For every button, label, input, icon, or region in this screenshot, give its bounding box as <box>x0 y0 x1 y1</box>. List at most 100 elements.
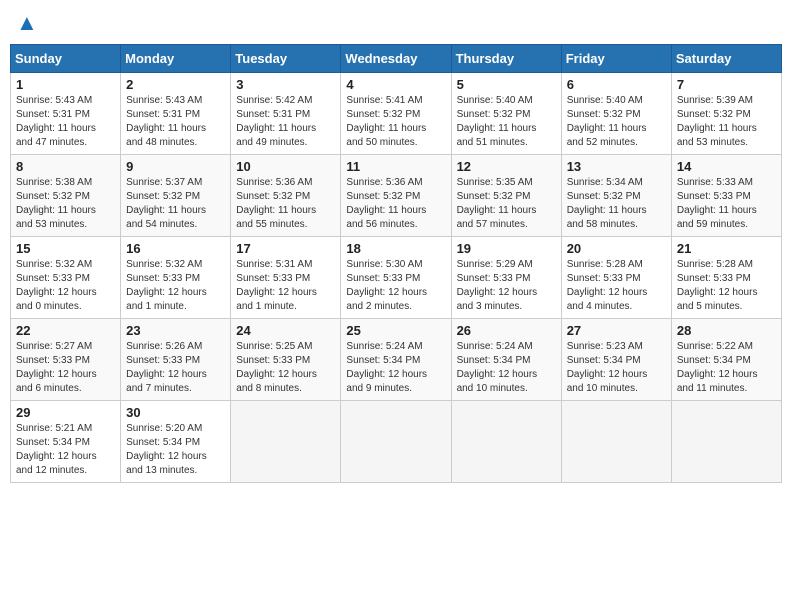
day-info: Sunrise: 5:32 AMSunset: 5:33 PMDaylight:… <box>16 259 97 312</box>
calendar-header-friday: Friday <box>561 45 671 73</box>
calendar-cell: 26 Sunrise: 5:24 AMSunset: 5:34 PMDaylig… <box>451 319 561 401</box>
day-info: Sunrise: 5:20 AMSunset: 5:34 PMDaylight:… <box>126 423 207 476</box>
calendar-week-4: 22 Sunrise: 5:27 AMSunset: 5:33 PMDaylig… <box>11 319 782 401</box>
calendar-cell: 18 Sunrise: 5:30 AMSunset: 5:33 PMDaylig… <box>341 237 451 319</box>
day-info: Sunrise: 5:35 AMSunset: 5:32 PMDaylight:… <box>457 177 537 230</box>
calendar-cell: 24 Sunrise: 5:25 AMSunset: 5:33 PMDaylig… <box>231 319 341 401</box>
logo-bird-icon: ▲ <box>16 10 38 36</box>
calendar-header-saturday: Saturday <box>671 45 781 73</box>
day-number: 19 <box>457 241 556 256</box>
calendar-cell: 9 Sunrise: 5:37 AMSunset: 5:32 PMDayligh… <box>121 155 231 237</box>
calendar-cell: 29 Sunrise: 5:21 AMSunset: 5:34 PMDaylig… <box>11 401 121 483</box>
day-info: Sunrise: 5:31 AMSunset: 5:33 PMDaylight:… <box>236 259 317 312</box>
day-info: Sunrise: 5:23 AMSunset: 5:34 PMDaylight:… <box>567 341 648 394</box>
day-info: Sunrise: 5:33 AMSunset: 5:33 PMDaylight:… <box>677 177 757 230</box>
day-number: 6 <box>567 77 666 92</box>
day-info: Sunrise: 5:42 AMSunset: 5:31 PMDaylight:… <box>236 95 316 148</box>
calendar-cell: 27 Sunrise: 5:23 AMSunset: 5:34 PMDaylig… <box>561 319 671 401</box>
calendar-cell: 11 Sunrise: 5:36 AMSunset: 5:32 PMDaylig… <box>341 155 451 237</box>
calendar-cell: 16 Sunrise: 5:32 AMSunset: 5:33 PMDaylig… <box>121 237 231 319</box>
day-number: 30 <box>126 405 225 420</box>
day-info: Sunrise: 5:28 AMSunset: 5:33 PMDaylight:… <box>567 259 648 312</box>
day-number: 9 <box>126 159 225 174</box>
calendar-cell: 1 Sunrise: 5:43 AMSunset: 5:31 PMDayligh… <box>11 73 121 155</box>
calendar-cell: 19 Sunrise: 5:29 AMSunset: 5:33 PMDaylig… <box>451 237 561 319</box>
day-number: 10 <box>236 159 335 174</box>
day-info: Sunrise: 5:41 AMSunset: 5:32 PMDaylight:… <box>346 95 426 148</box>
day-number: 23 <box>126 323 225 338</box>
calendar-cell: 21 Sunrise: 5:28 AMSunset: 5:33 PMDaylig… <box>671 237 781 319</box>
day-number: 29 <box>16 405 115 420</box>
calendar-cell: 4 Sunrise: 5:41 AMSunset: 5:32 PMDayligh… <box>341 73 451 155</box>
day-info: Sunrise: 5:40 AMSunset: 5:32 PMDaylight:… <box>457 95 537 148</box>
calendar-header-row: SundayMondayTuesdayWednesdayThursdayFrid… <box>11 45 782 73</box>
day-info: Sunrise: 5:36 AMSunset: 5:32 PMDaylight:… <box>346 177 426 230</box>
day-info: Sunrise: 5:38 AMSunset: 5:32 PMDaylight:… <box>16 177 96 230</box>
calendar-cell: 25 Sunrise: 5:24 AMSunset: 5:34 PMDaylig… <box>341 319 451 401</box>
day-number: 2 <box>126 77 225 92</box>
calendar-week-1: 1 Sunrise: 5:43 AMSunset: 5:31 PMDayligh… <box>11 73 782 155</box>
day-info: Sunrise: 5:36 AMSunset: 5:32 PMDaylight:… <box>236 177 316 230</box>
calendar-header-monday: Monday <box>121 45 231 73</box>
calendar-cell: 5 Sunrise: 5:40 AMSunset: 5:32 PMDayligh… <box>451 73 561 155</box>
day-info: Sunrise: 5:30 AMSunset: 5:33 PMDaylight:… <box>346 259 427 312</box>
day-number: 24 <box>236 323 335 338</box>
calendar-header-sunday: Sunday <box>11 45 121 73</box>
calendar-week-3: 15 Sunrise: 5:32 AMSunset: 5:33 PMDaylig… <box>11 237 782 319</box>
day-info: Sunrise: 5:26 AMSunset: 5:33 PMDaylight:… <box>126 341 207 394</box>
day-number: 15 <box>16 241 115 256</box>
day-number: 3 <box>236 77 335 92</box>
calendar-cell: 2 Sunrise: 5:43 AMSunset: 5:31 PMDayligh… <box>121 73 231 155</box>
day-number: 18 <box>346 241 445 256</box>
calendar-cell: 6 Sunrise: 5:40 AMSunset: 5:32 PMDayligh… <box>561 73 671 155</box>
calendar-cell: 15 Sunrise: 5:32 AMSunset: 5:33 PMDaylig… <box>11 237 121 319</box>
day-number: 27 <box>567 323 666 338</box>
day-info: Sunrise: 5:24 AMSunset: 5:34 PMDaylight:… <box>457 341 538 394</box>
page-header: ▲ <box>10 10 782 36</box>
day-number: 21 <box>677 241 776 256</box>
day-info: Sunrise: 5:32 AMSunset: 5:33 PMDaylight:… <box>126 259 207 312</box>
calendar-cell <box>671 401 781 483</box>
calendar-cell: 10 Sunrise: 5:36 AMSunset: 5:32 PMDaylig… <box>231 155 341 237</box>
day-number: 8 <box>16 159 115 174</box>
day-info: Sunrise: 5:37 AMSunset: 5:32 PMDaylight:… <box>126 177 206 230</box>
calendar-cell: 3 Sunrise: 5:42 AMSunset: 5:31 PMDayligh… <box>231 73 341 155</box>
day-info: Sunrise: 5:43 AMSunset: 5:31 PMDaylight:… <box>16 95 96 148</box>
logo: ▲ <box>14 10 38 36</box>
day-number: 26 <box>457 323 556 338</box>
calendar-cell: 8 Sunrise: 5:38 AMSunset: 5:32 PMDayligh… <box>11 155 121 237</box>
day-number: 16 <box>126 241 225 256</box>
day-number: 1 <box>16 77 115 92</box>
day-number: 12 <box>457 159 556 174</box>
day-number: 20 <box>567 241 666 256</box>
day-info: Sunrise: 5:43 AMSunset: 5:31 PMDaylight:… <box>126 95 206 148</box>
day-number: 17 <box>236 241 335 256</box>
day-number: 7 <box>677 77 776 92</box>
day-number: 14 <box>677 159 776 174</box>
day-number: 4 <box>346 77 445 92</box>
calendar-cell: 28 Sunrise: 5:22 AMSunset: 5:34 PMDaylig… <box>671 319 781 401</box>
day-number: 5 <box>457 77 556 92</box>
day-info: Sunrise: 5:34 AMSunset: 5:32 PMDaylight:… <box>567 177 647 230</box>
calendar-header-wednesday: Wednesday <box>341 45 451 73</box>
day-info: Sunrise: 5:29 AMSunset: 5:33 PMDaylight:… <box>457 259 538 312</box>
day-info: Sunrise: 5:39 AMSunset: 5:32 PMDaylight:… <box>677 95 757 148</box>
calendar-table: SundayMondayTuesdayWednesdayThursdayFrid… <box>10 44 782 483</box>
calendar-cell <box>561 401 671 483</box>
calendar-cell: 14 Sunrise: 5:33 AMSunset: 5:33 PMDaylig… <box>671 155 781 237</box>
day-number: 11 <box>346 159 445 174</box>
day-info: Sunrise: 5:27 AMSunset: 5:33 PMDaylight:… <box>16 341 97 394</box>
calendar-week-5: 29 Sunrise: 5:21 AMSunset: 5:34 PMDaylig… <box>11 401 782 483</box>
day-info: Sunrise: 5:28 AMSunset: 5:33 PMDaylight:… <box>677 259 758 312</box>
calendar-cell <box>451 401 561 483</box>
calendar-cell: 30 Sunrise: 5:20 AMSunset: 5:34 PMDaylig… <box>121 401 231 483</box>
day-info: Sunrise: 5:25 AMSunset: 5:33 PMDaylight:… <box>236 341 317 394</box>
day-number: 22 <box>16 323 115 338</box>
calendar-cell: 12 Sunrise: 5:35 AMSunset: 5:32 PMDaylig… <box>451 155 561 237</box>
calendar-cell: 23 Sunrise: 5:26 AMSunset: 5:33 PMDaylig… <box>121 319 231 401</box>
calendar-cell <box>231 401 341 483</box>
day-number: 28 <box>677 323 776 338</box>
calendar-header-tuesday: Tuesday <box>231 45 341 73</box>
day-number: 25 <box>346 323 445 338</box>
day-info: Sunrise: 5:24 AMSunset: 5:34 PMDaylight:… <box>346 341 427 394</box>
